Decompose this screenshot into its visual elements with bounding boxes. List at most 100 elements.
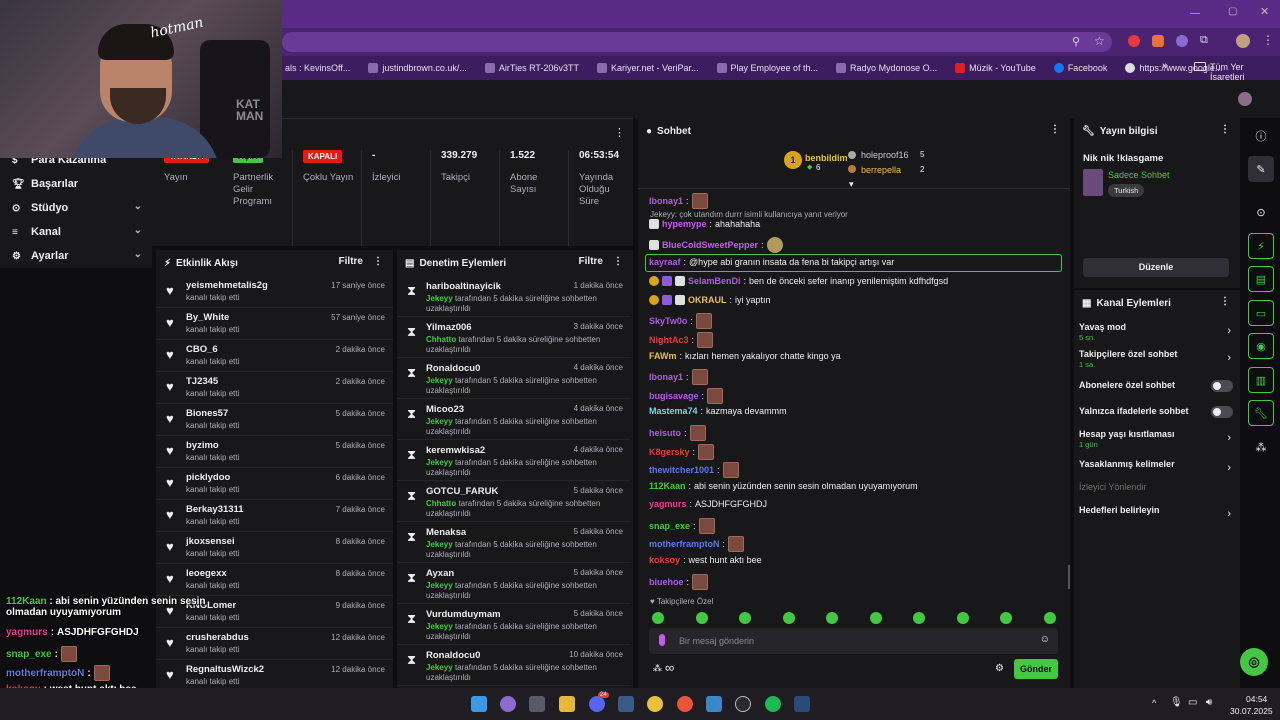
chat-message[interactable]: kayraaf: @hype abi granın insata da fena … [649, 257, 894, 267]
activity-row[interactable]: ♥ leoegexx kanalı takip etti 8 dakika önce [156, 564, 393, 596]
bookmarks-overflow-icon[interactable]: » [1162, 60, 1168, 72]
moderation-row[interactable]: ⧗ Ronaldocu0 10 dakika önce Jekeyy tarafınd… [397, 645, 631, 686]
photos-icon[interactable] [706, 696, 722, 712]
channel-action-row[interactable]: Yalnızca ifadelerle sohbet [1079, 406, 1235, 428]
obs-icon[interactable] [735, 696, 751, 712]
chat-message[interactable]: K8gersky: [649, 444, 715, 460]
chat-username[interactable]: SkyTw0o [649, 316, 687, 326]
moderation-row[interactable]: ⧗ Micoo23 4 dakika önce Jekeyy tarafından 5… [397, 399, 631, 440]
people-icon[interactable]: ⁂ [1248, 434, 1274, 460]
leaderboard-first[interactable]: 1 [784, 151, 802, 169]
chat-message[interactable]: SelamBenDi: ben de önceki sefer inanıp ye… [649, 276, 948, 286]
minimize-icon[interactable]: — [1190, 8, 1200, 19]
layout-icon[interactable]: ▥ [1248, 367, 1274, 393]
chat-message[interactable]: NightAc3: [649, 332, 714, 348]
chat-username[interactable]: biuehoe [649, 577, 684, 587]
activity-row[interactable]: ♥ CBO_6 kanalı takip etti 2 dakika önce [156, 340, 393, 372]
game-icon[interactable] [677, 696, 693, 712]
network-icon[interactable]: ▭ [1188, 697, 1197, 708]
puzzle-icon[interactable]: ⧉ [1200, 34, 1208, 47]
chat-username[interactable]: NightAc3 [649, 335, 689, 345]
copilot-icon[interactable] [500, 696, 516, 712]
extension-icon[interactable] [1128, 35, 1140, 47]
steam-icon[interactable] [794, 696, 810, 712]
menu-icon[interactable]: ⋮ [1262, 33, 1274, 47]
activity-row[interactable]: ♥ TJ2345 kanalı takip etti 2 dakika önce [156, 372, 393, 404]
more-options-icon[interactable]: ⋮ [1220, 124, 1230, 135]
moderation-row[interactable]: ⧗ Yilmaz006 3 dakika önce Chhatto tarafında… [397, 317, 631, 358]
channel-action-row[interactable]: Yavaş mod 5 sn. › [1079, 322, 1235, 344]
emote-shortcut-icon[interactable] [652, 612, 664, 624]
chat-message[interactable]: thewitcher1001: [649, 462, 739, 478]
chat-message[interactable]: hypemype: ahahahaha [649, 219, 760, 229]
emote-shortcut-icon[interactable] [956, 612, 969, 624]
channel-action-row[interactable]: İzleyici Yönlendir [1079, 482, 1235, 504]
zoom-icon[interactable]: ⚲ [1072, 35, 1080, 48]
chat-message[interactable]: 112Kaan: abi senin yüzünden senin sesin o… [649, 481, 918, 491]
emote-shortcut-icon[interactable] [1043, 612, 1056, 624]
chat-message[interactable]: FAWm: kızları hemen yakalıyor chatte king… [649, 351, 841, 361]
chat-username[interactable]: 112Kaan [649, 481, 686, 491]
close-icon[interactable]: ✕ [1260, 5, 1269, 18]
chat-message[interactable]: SkyTw0o: [649, 313, 712, 329]
chat-username[interactable]: Mastema74 [649, 406, 698, 416]
toggle-switch[interactable] [1211, 380, 1233, 392]
more-options-icon[interactable]: ⋮ [613, 256, 623, 267]
chat-settings-icon[interactable]: ⚙ [995, 663, 1004, 674]
chat-username[interactable]: bugisavage [649, 391, 699, 401]
category-name[interactable]: Sadece Sohbet [1108, 170, 1170, 180]
chat-message[interactable]: heisuto: [649, 425, 706, 441]
chat-scrollbar[interactable] [1068, 565, 1070, 589]
channel-action-row[interactable]: Abonelere özel sohbet [1079, 380, 1235, 402]
chat-message[interactable]: Ibonay1: [649, 369, 708, 385]
chat-username[interactable]: Ibonay1 [649, 372, 683, 382]
chat-username[interactable]: Ibonay1 [649, 196, 683, 206]
nav-item-settings[interactable]: ⚙ Ayarlar ⌄ [0, 244, 152, 268]
pencil-icon[interactable]: ✎ [1248, 156, 1274, 182]
document-icon[interactable]: ▤ [1248, 266, 1274, 292]
chat-icon[interactable]: ▭ [1248, 300, 1274, 326]
chat-username[interactable]: thewitcher1001 [649, 465, 714, 475]
emote-shortcut-icon[interactable] [1000, 612, 1012, 624]
emote-shortcut-icon[interactable] [739, 612, 751, 624]
chat-username[interactable]: FAWm [649, 351, 677, 361]
more-options-icon[interactable]: ⋮ [1050, 124, 1060, 135]
activity-row[interactable]: ♥ By_White kanalı takip etti 57 saniye önce [156, 308, 393, 340]
emote-shortcut-icon[interactable] [869, 612, 882, 624]
chat-message[interactable]: OKRAUL: iyi yaptın [649, 295, 771, 305]
chat-message[interactable]: koksoy: west hunt aktı bee [649, 555, 762, 565]
chat-username[interactable]: kayraaf [649, 257, 681, 267]
toggle-switch[interactable] [1211, 406, 1233, 418]
activity-row[interactable]: ♥ picklydoo kanalı takip etti 6 dakika önce [156, 468, 393, 500]
mic-icon[interactable] [659, 634, 665, 646]
emote-shortcut-icon[interactable] [826, 612, 838, 624]
chat-message[interactable]: Ibonay1: [649, 193, 708, 209]
volume-icon[interactable]: 🔊︎ [1206, 697, 1212, 708]
activity-row[interactable]: ♥ Berkay31311 kanalı takip etti 7 dakika ön… [156, 500, 393, 532]
mic-icon[interactable]: 🎙︎ [1170, 697, 1183, 708]
more-options-icon[interactable]: ⋮ [614, 126, 625, 139]
chat-username[interactable]: heisuto [649, 428, 681, 438]
moderation-row[interactable]: ⧗ Ronaldocu0 4 dakika önce Jekeyy tarafında… [397, 358, 631, 399]
activity-row[interactable]: ♥ crusherabdus kanalı takip etti 12 dakika … [156, 628, 393, 660]
chat-username[interactable]: BlueColdSweetPepper [662, 240, 758, 250]
activity-row[interactable]: ♥ Biones57 kanalı takip etti 5 dakika önce [156, 404, 393, 436]
chat-username[interactable]: OKRAUL [688, 295, 727, 305]
bookmark-star-icon[interactable]: ☆ [1094, 34, 1105, 48]
clock-time[interactable]: 04:54 [1246, 694, 1267, 704]
clock-date[interactable]: 30.07.2025 [1230, 706, 1273, 716]
chat-message[interactable]: bugisavage: [649, 388, 724, 404]
extension-icon[interactable] [1152, 35, 1164, 47]
moderation-row[interactable]: ⧗ GOTCU_FARUK 5 dakika önce Chhatto tarafın… [397, 481, 631, 522]
bookmark-item[interactable]: justindbrown.co.uk/... [368, 63, 467, 73]
profile-avatar[interactable] [1236, 34, 1250, 48]
points-icon[interactable]: ⁂ [653, 663, 662, 674]
chat-username[interactable]: hypemype [662, 219, 707, 229]
moderation-row[interactable]: ⧗ keremwkisa2 4 dakika önce Jekeyy tarafınd… [397, 440, 631, 481]
bookmark-item[interactable]: AirTies RT-206v3TT [484, 63, 579, 73]
moderation-row[interactable]: ⧗ Ayxan 5 dakika önce Jekeyy tarafından 5 d… [397, 563, 631, 604]
moderation-row[interactable]: ⧗ Menaksa 5 dakika önce Jekeyy tarafından 5… [397, 522, 631, 563]
emote-shortcut-icon[interactable] [782, 612, 795, 624]
chat-message[interactable]: yagmurs: ASJDHFGFGHDJ [649, 499, 767, 509]
chat-username[interactable]: yagmurs [649, 499, 687, 509]
